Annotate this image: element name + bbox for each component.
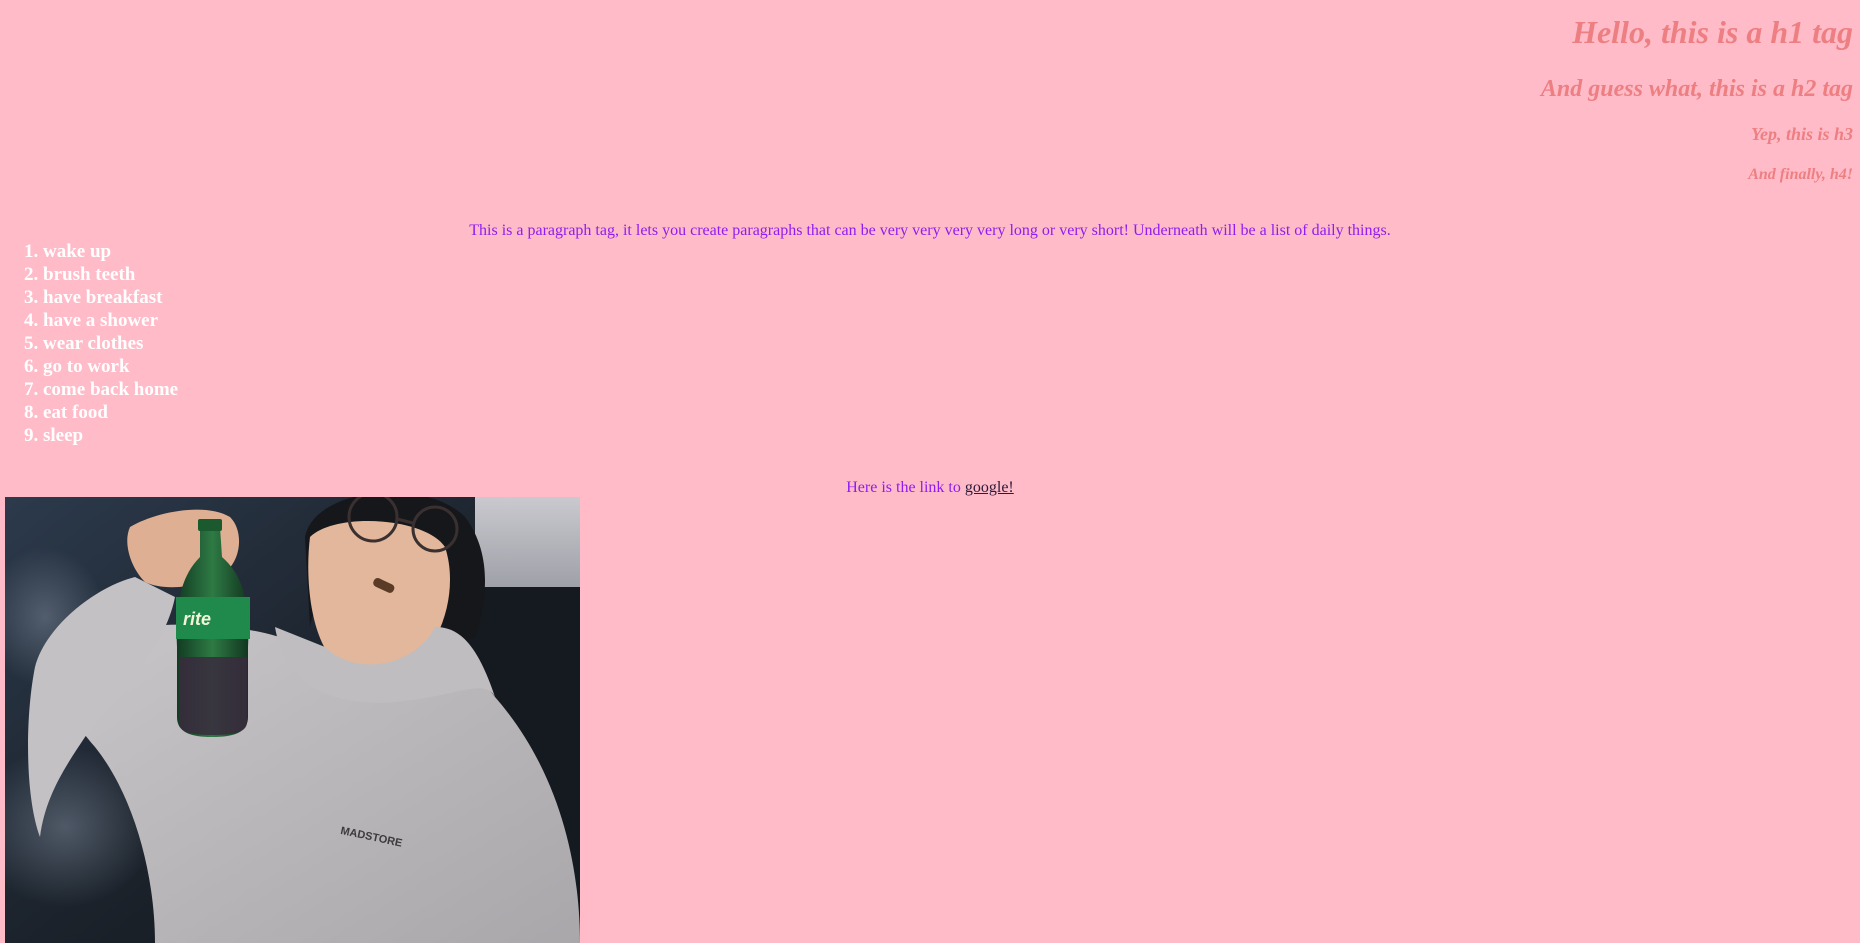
link-line: Here is the link to google! xyxy=(0,478,1860,498)
heading-h2: And guess what, this is a h2 tag xyxy=(1540,76,1853,102)
google-link[interactable]: google! xyxy=(965,479,1014,496)
bottle-label: rite xyxy=(183,609,211,629)
list-item: 2. brush teeth xyxy=(24,264,136,285)
list-item: 6. go to work xyxy=(24,356,130,377)
list-item: 7. come back home xyxy=(24,379,179,400)
list-item: 4. have a shower xyxy=(24,310,159,331)
intro-paragraph: This is a paragraph tag, it lets you cre… xyxy=(469,222,1391,239)
list-item: 5. wear clothes xyxy=(24,333,144,354)
list-item: 1. wake up xyxy=(24,241,112,262)
photo: rite MADSTORE xyxy=(5,497,580,943)
daily-list: 1. wake up 2. brush teeth 3. have breakf… xyxy=(24,240,178,447)
photo-illustration: rite MADSTORE xyxy=(5,497,580,943)
list-item: 9. sleep xyxy=(24,425,84,446)
heading-h1: Hello, this is a h1 tag xyxy=(1572,14,1853,50)
list-item: 8. eat food xyxy=(24,402,108,423)
heading-h3: Yep, this is h3 xyxy=(1750,124,1853,144)
heading-h4: And finally, h4! xyxy=(1748,166,1853,183)
list-item: 3. have breakfast xyxy=(24,287,163,308)
link-prefix: Here is the link to xyxy=(846,479,965,496)
